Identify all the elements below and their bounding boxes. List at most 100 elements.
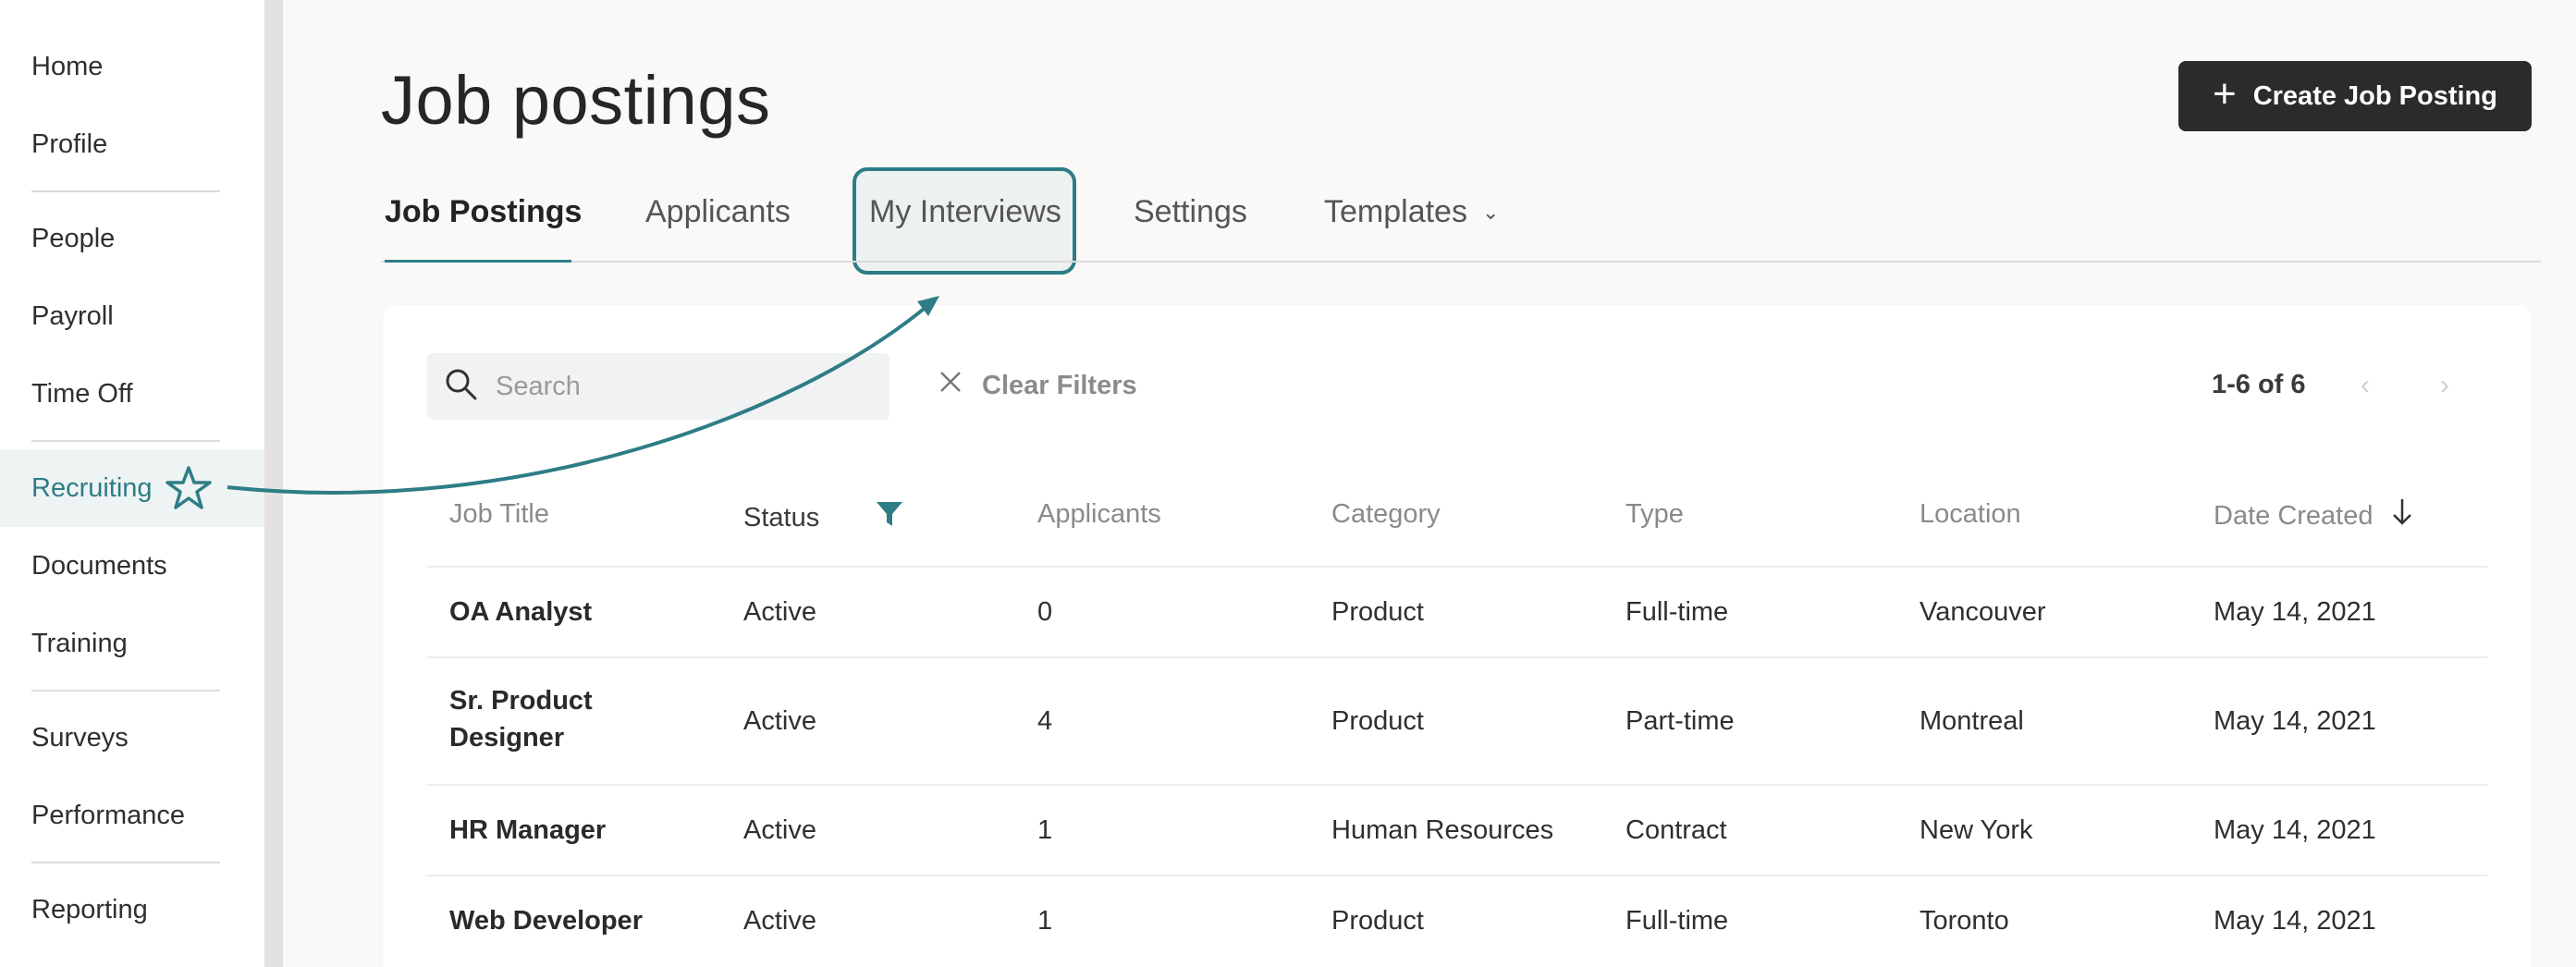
next-page-button[interactable]: ›: [2426, 362, 2463, 409]
cell-location: Vancouver: [1920, 597, 2046, 627]
close-icon: [938, 369, 963, 402]
column-label: Category: [1331, 499, 1441, 529]
column-header-category[interactable]: Category: [1331, 499, 1441, 530]
cell-category: Human Resources: [1331, 815, 1554, 845]
tab-label: My Interviews: [869, 194, 1061, 229]
column-label: Job Title: [449, 499, 549, 529]
cell-type: Full-time: [1625, 597, 1729, 627]
star-icon: [165, 465, 212, 511]
create-job-posting-label: Create Job Posting: [2252, 80, 2497, 111]
arrow-down-icon: [2390, 497, 2414, 534]
previous-page-button[interactable]: ‹: [2347, 362, 2384, 409]
clear-filters-label: Clear Filters: [982, 370, 1137, 400]
column-header-location[interactable]: Location: [1920, 499, 2021, 530]
sidebar-item-label: People: [31, 223, 116, 253]
chevron-left-icon: ‹: [2361, 370, 2370, 400]
cell-date-created: May 14, 2021: [2214, 706, 2376, 736]
column-header-type[interactable]: Type: [1625, 499, 1684, 530]
cell-job-title[interactable]: Web Developer: [449, 902, 643, 939]
column-header-status[interactable]: Status: [743, 499, 904, 536]
clear-filters-button[interactable]: Clear Filters: [938, 362, 1137, 409]
column-label: Status: [743, 502, 820, 532]
cell-category: Product: [1331, 906, 1424, 936]
sidebar-item-label: Payroll: [31, 300, 114, 331]
sidebar-item-training[interactable]: Training: [0, 605, 264, 682]
table-row[interactable]: Web Developer Active 1 Product Full-time…: [427, 875, 2487, 965]
cell-status: Active: [743, 706, 816, 736]
sidebar-item-label: Surveys: [31, 722, 129, 753]
plus-icon: +: [2213, 71, 2237, 116]
chevron-down-icon: ⌄: [1481, 201, 1500, 224]
table-row[interactable]: Sr. Product Designer Active 4 Product Pa…: [427, 656, 2487, 784]
tab-templates[interactable]: Templates ⌄: [1324, 194, 1499, 230]
column-label: Location: [1920, 499, 2021, 529]
cell-job-title[interactable]: OA Analyst: [449, 594, 592, 630]
cell-job-title[interactable]: HR Manager: [449, 812, 606, 849]
sidebar-item-people[interactable]: People: [0, 200, 264, 277]
cell-date-created: May 14, 2021: [2214, 906, 2376, 936]
cell-applicants: 1: [1037, 815, 1053, 845]
column-header-date-created[interactable]: Date Created: [2214, 497, 2414, 534]
tab-my-interviews[interactable]: My Interviews: [869, 194, 1061, 230]
cell-location: Toronto: [1920, 906, 2009, 936]
tab-label: Applicants: [645, 194, 791, 229]
sidebar-item-label: Time Off: [31, 378, 133, 409]
sidebar-item-label: Profile: [31, 129, 108, 159]
sidebar-item-recruiting[interactable]: Recruiting: [0, 449, 264, 527]
cell-job-title-line: Sr. Product: [449, 686, 593, 716]
page-title: Job postings: [381, 62, 771, 139]
tab-applicants[interactable]: Applicants: [645, 194, 791, 230]
cell-type: Full-time: [1625, 906, 1729, 936]
cell-status: Active: [743, 815, 816, 845]
sidebar-divider: [31, 190, 220, 192]
cell-status: Active: [743, 906, 816, 936]
tab-settings[interactable]: Settings: [1134, 194, 1247, 230]
sidebar-divider: [31, 690, 220, 692]
tab-label: Job Postings: [385, 194, 583, 229]
sidebar-item-performance[interactable]: Performance: [0, 777, 264, 854]
filter-icon[interactable]: [875, 499, 904, 536]
search-box[interactable]: [427, 353, 889, 420]
sidebar-item-label: Performance: [31, 800, 186, 830]
cell-date-created: May 14, 2021: [2214, 597, 2376, 627]
sidebar-item-documents[interactable]: Documents: [0, 527, 264, 605]
job-postings-card: Clear Filters 1-6 of 6 ‹ › Job Title Sta…: [383, 305, 2532, 967]
sidebar-item-label: Home: [31, 51, 104, 81]
search-input[interactable]: [496, 371, 865, 402]
sidebar-item-reporting[interactable]: Reporting: [0, 871, 264, 949]
sidebar-item-time-off[interactable]: Time Off: [0, 355, 264, 433]
tab-label: Templates: [1324, 194, 1467, 229]
column-header-applicants[interactable]: Applicants: [1037, 499, 1161, 530]
column-label: Type: [1625, 499, 1684, 529]
sidebar-item-surveys[interactable]: Surveys: [0, 699, 264, 777]
cell-applicants: 0: [1037, 597, 1053, 627]
sidebar-divider: [31, 440, 220, 442]
column-header-job-title[interactable]: Job Title: [449, 499, 549, 530]
search-icon: [444, 367, 479, 407]
cell-applicants: 4: [1037, 706, 1053, 736]
pagination-count: 1-6 of 6: [2212, 370, 2306, 399]
cell-job-title[interactable]: Sr. Product Designer: [449, 682, 593, 756]
cell-location: Montreal: [1920, 706, 2024, 736]
cell-type: Contract: [1625, 815, 1727, 845]
sidebar-item-label: Training: [31, 628, 128, 658]
cell-category: Product: [1331, 706, 1424, 736]
create-job-posting-button[interactable]: + Create Job Posting: [2178, 61, 2532, 131]
sidebar-item-home[interactable]: Home: [0, 28, 264, 105]
sidebar-item-label: Recruiting: [31, 472, 153, 503]
tab-bar: Job Postings Applicants My Interviews Se…: [381, 166, 2541, 263]
cell-date-created: May 14, 2021: [2214, 815, 2376, 845]
cell-location: New York: [1920, 815, 2033, 845]
column-label: Date Created: [2214, 500, 2374, 531]
cell-applicants: 1: [1037, 906, 1053, 936]
cell-status: Active: [743, 597, 816, 627]
sidebar-item-profile[interactable]: Profile: [0, 105, 264, 183]
sidebar-item-payroll[interactable]: Payroll: [0, 277, 264, 355]
sidebar-scrollbar[interactable]: [264, 0, 283, 967]
table-row[interactable]: OA Analyst Active 0 Product Full-time Va…: [427, 566, 2487, 656]
column-label: Applicants: [1037, 499, 1161, 529]
sidebar-item-label: Documents: [31, 550, 167, 581]
sidebar-divider: [31, 862, 220, 863]
table-row[interactable]: HR Manager Active 1 Human Resources Cont…: [427, 784, 2487, 875]
tab-job-postings[interactable]: Job Postings: [385, 194, 582, 230]
